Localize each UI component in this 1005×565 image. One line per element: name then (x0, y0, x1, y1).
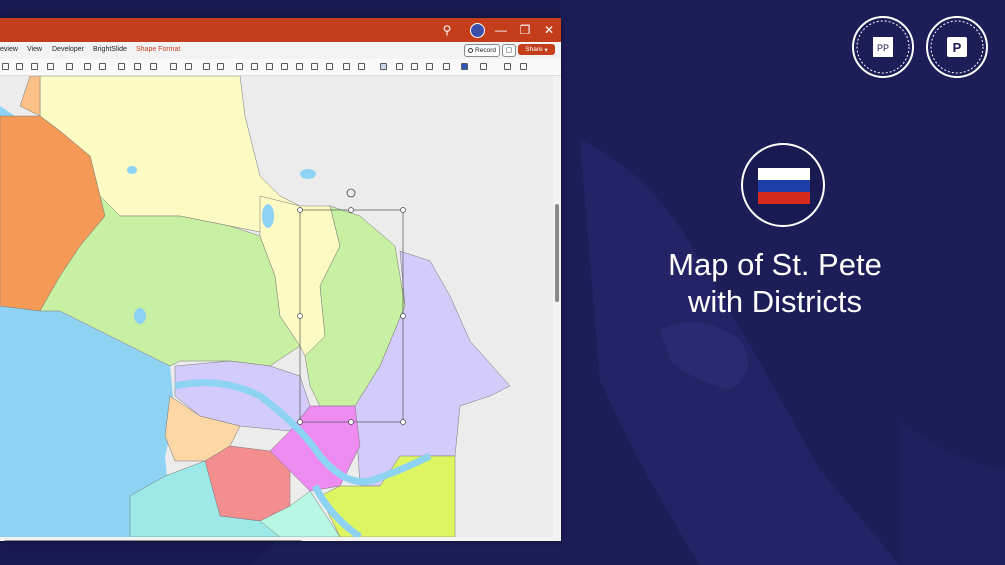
ribbon-tabs: eview View Developer BrightSlide Shape F… (0, 42, 561, 59)
toolbar-tool-icon[interactable] (2, 63, 9, 70)
horizontal-scrollbar[interactable] (0, 537, 553, 541)
toolbar-tool-icon[interactable] (480, 63, 487, 70)
toolbar-tool-icon[interactable] (251, 63, 258, 70)
toolbar-tool-icon[interactable] (411, 63, 418, 70)
district-map (0, 76, 553, 537)
svg-text:P: P (953, 40, 962, 55)
flag-stripe-white (758, 168, 810, 180)
toolbar-tool-icon[interactable] (311, 63, 318, 70)
share-label: Share (525, 46, 543, 53)
resize-handle (400, 419, 406, 425)
pptxman-badge: PP (852, 16, 914, 78)
toolbar-tool-icon[interactable] (343, 63, 350, 70)
toolbar-tool-icon[interactable] (266, 63, 273, 70)
powerpoint-window: ⚲ — ❐ ✕ eview View Developer BrightSlide… (0, 18, 561, 541)
resize-handle (348, 419, 354, 425)
tab-developer[interactable]: Developer (52, 46, 84, 53)
record-icon (468, 48, 474, 53)
toolbar-tool-icon[interactable] (150, 63, 157, 70)
powerpoint-logo-icon: P (930, 20, 984, 74)
record-label: Record (475, 47, 496, 54)
resize-handle (348, 207, 354, 213)
tab-brightslide[interactable]: BrightSlide (93, 46, 127, 53)
restore-icon[interactable]: ❐ (512, 18, 538, 42)
toolbar-tool-icon[interactable] (426, 63, 433, 70)
toolbar-tool-icon[interactable] (236, 63, 243, 70)
toolbar-tool-icon[interactable] (170, 63, 177, 70)
resize-handle (297, 207, 303, 213)
toolbar-tool-icon[interactable] (281, 63, 288, 70)
comments-button[interactable]: ▢ (502, 44, 516, 57)
russia-flag-badge (741, 143, 825, 227)
resize-handle (297, 419, 303, 425)
flag-stripe-red (758, 192, 810, 204)
toolbar-tool-icon[interactable] (380, 63, 387, 70)
toolbar-tool-icon[interactable] (358, 63, 365, 70)
lake-water (134, 308, 146, 324)
toolbar-more-icon[interactable] (536, 63, 543, 70)
toolbar-tool-icon[interactable] (47, 63, 54, 70)
lake-water (127, 166, 137, 174)
toolbar-tool-icon[interactable] (84, 63, 91, 70)
scroll-thumb[interactable] (4, 540, 302, 541)
toolbar-tool-icon[interactable] (443, 63, 450, 70)
search-icon[interactable]: ⚲ (434, 18, 460, 42)
resize-handle (297, 313, 303, 319)
title-line-1: Map of St. Pete (668, 247, 882, 282)
lake-water (262, 204, 274, 228)
title-bar: ⚲ — ❐ ✕ (0, 18, 561, 42)
toolbar-tool-icon[interactable] (16, 63, 23, 70)
slide-canvas[interactable] (0, 76, 553, 537)
toolbar-tool-icon[interactable] (66, 63, 73, 70)
pptxman-logo-icon: PP (856, 20, 910, 74)
toolbar-tool-icon[interactable] (326, 63, 333, 70)
minimize-icon[interactable]: — (488, 18, 514, 42)
toolbar-tool-icon[interactable] (118, 63, 125, 70)
tab-review[interactable]: eview (0, 46, 18, 53)
record-button[interactable]: Record (464, 44, 500, 57)
toolbar-tool-icon[interactable] (520, 63, 527, 70)
toolbar-tool-icon[interactable] (134, 63, 141, 70)
toolbar-tool-icon[interactable] (217, 63, 224, 70)
svg-text:PP: PP (877, 43, 889, 53)
title-line-2: with Districts (688, 284, 862, 319)
close-icon[interactable]: ✕ (536, 18, 561, 42)
toolbar-tool-icon[interactable] (504, 63, 511, 70)
toolbar-tool-icon[interactable] (99, 63, 106, 70)
vertical-scrollbar[interactable] (553, 76, 561, 537)
toolbar-tool-icon[interactable] (461, 63, 468, 70)
toolbar-tool-icon[interactable] (31, 63, 38, 70)
scroll-thumb[interactable] (555, 204, 559, 302)
ribbon-toolbar (0, 59, 561, 76)
page-title: Map of St. Pete with Districts (640, 246, 910, 320)
flag-stripe-blue (758, 180, 810, 192)
tab-shape-format[interactable]: Shape Format (136, 46, 180, 53)
share-button[interactable]: Share ▾ (518, 44, 555, 55)
toolbar-tool-icon[interactable] (203, 63, 210, 70)
toolbar-tool-icon[interactable] (185, 63, 192, 70)
editable-badge: P (926, 16, 988, 78)
toolbar-tool-icon[interactable] (396, 63, 403, 70)
resize-handle (400, 207, 406, 213)
tab-view[interactable]: View (27, 46, 42, 53)
toolbar-tool-icon[interactable] (296, 63, 303, 70)
lake-water (300, 169, 316, 179)
resize-handle (400, 313, 406, 319)
avatar[interactable] (470, 23, 485, 38)
